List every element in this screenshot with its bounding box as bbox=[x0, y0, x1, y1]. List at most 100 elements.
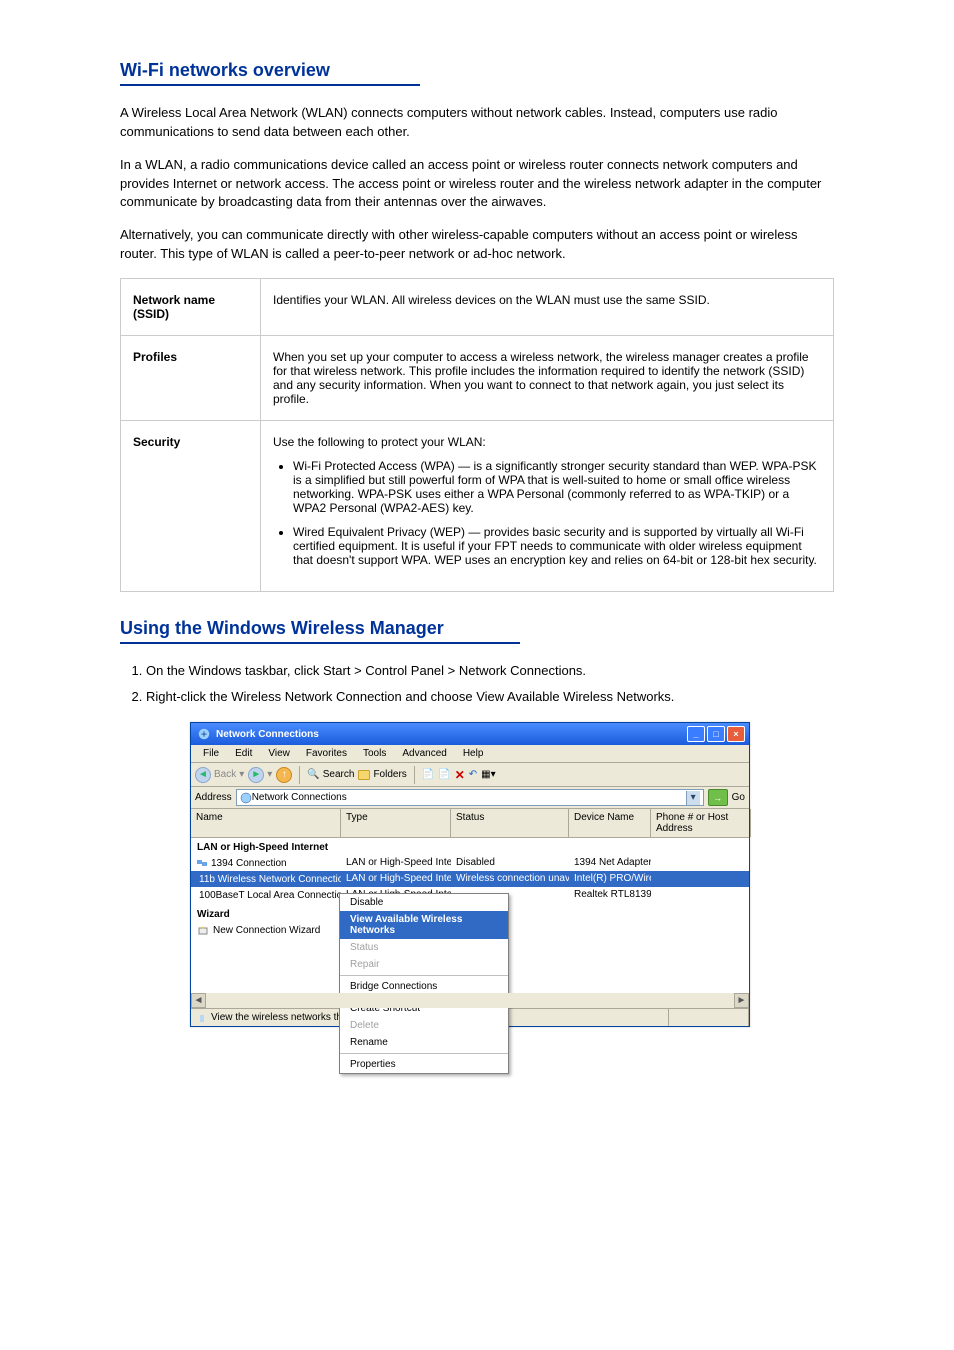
group-lan: LAN or High-Speed Internet bbox=[191, 838, 749, 855]
list-item[interactable]: 1394 Connection LAN or High-Speed Intern… bbox=[191, 855, 749, 871]
menu-file[interactable]: File bbox=[195, 746, 227, 761]
back-label: Back bbox=[214, 769, 236, 780]
conn-type: LAN or High-Speed Internet bbox=[341, 856, 451, 870]
overview-para-2: In a WLAN, a radio communications device… bbox=[120, 156, 834, 213]
col-name[interactable]: Name bbox=[191, 809, 341, 837]
context-menu[interactable]: Disable View Available Wireless Networks… bbox=[339, 893, 509, 1074]
wizard-label: New Connection Wizard bbox=[213, 925, 320, 936]
conn-device: 1394 Net Adapter bbox=[569, 856, 651, 870]
table-row: Profiles When you set up your computer t… bbox=[121, 335, 834, 420]
address-bar: Address Network Connections ▾ → Go bbox=[191, 787, 749, 809]
menu-bar[interactable]: File Edit View Favorites Tools Advanced … bbox=[191, 745, 749, 763]
search-button[interactable]: 🔍 Search bbox=[307, 769, 354, 780]
conn-name: 100BaseT Local Area Connection bbox=[199, 890, 341, 901]
overview-para-3: Alternatively, you can communicate direc… bbox=[120, 226, 834, 264]
conn-status: Disabled bbox=[451, 856, 569, 870]
back-icon: ◄ bbox=[195, 767, 211, 783]
folders-icon bbox=[358, 770, 370, 780]
folders-button[interactable]: Folders bbox=[358, 769, 406, 780]
go-button[interactable]: → bbox=[708, 789, 728, 806]
step-1: On the Windows taskbar, click Start > Co… bbox=[146, 662, 834, 680]
views-button[interactable]: ▦▾ bbox=[481, 769, 495, 780]
status-panel-2 bbox=[669, 1009, 749, 1026]
address-label: Address bbox=[195, 792, 232, 803]
ctx-repair[interactable]: Repair bbox=[340, 956, 508, 973]
forward-button[interactable]: ► ▾ bbox=[248, 767, 272, 783]
row-security-body: Use the following to protect your WLAN: … bbox=[261, 420, 834, 591]
section-underline-1 bbox=[120, 84, 420, 86]
scroll-left-arrow[interactable]: ◄ bbox=[191, 993, 206, 1008]
menu-view[interactable]: View bbox=[260, 746, 298, 761]
list-content: LAN or High-Speed Internet 1394 Connecti… bbox=[191, 838, 749, 1008]
ctx-status[interactable]: Status bbox=[340, 939, 508, 956]
up-button[interactable]: ↑ bbox=[276, 767, 292, 783]
col-type[interactable]: Type bbox=[341, 809, 451, 837]
window-icon bbox=[197, 727, 211, 741]
ctx-separator bbox=[340, 975, 508, 976]
ctx-disable[interactable]: Disable bbox=[340, 894, 508, 911]
undo-tool-button[interactable]: ↶ bbox=[469, 769, 477, 780]
tool-icon-2[interactable]: 📄 bbox=[438, 769, 450, 780]
section-underline-2 bbox=[120, 642, 520, 644]
window-titlebar[interactable]: Network Connections _ □ × bbox=[191, 723, 749, 745]
search-icon: 🔍 bbox=[307, 769, 319, 780]
row-profiles-body: When you set up your computer to access … bbox=[261, 335, 834, 420]
menu-help[interactable]: Help bbox=[455, 746, 492, 761]
step-2: Right-click the Wireless Network Connect… bbox=[146, 688, 834, 706]
status-icon bbox=[196, 1012, 208, 1024]
overview-para-1: A Wireless Local Area Network (WLAN) con… bbox=[120, 104, 834, 142]
list-item-selected[interactable]: 11b Wireless Network Connection LAN or H… bbox=[191, 871, 749, 887]
network-connections-window: Network Connections _ □ × File Edit View… bbox=[190, 722, 750, 1027]
row-security-label: Security bbox=[121, 420, 261, 591]
wizard-icon bbox=[197, 924, 209, 936]
address-icon bbox=[240, 792, 252, 804]
security-bullet-wpa: Wi-Fi Protected Access (WPA) — is a sign… bbox=[293, 459, 821, 515]
table-row: Security Use the following to protect yo… bbox=[121, 420, 834, 591]
conn-device: Realtek RTL8139/810x... bbox=[569, 888, 651, 902]
toolbar: ◄ Back ▾ ► ▾ ↑ 🔍 Search Folders 📄 📄 ✕ ↶ … bbox=[191, 763, 749, 787]
row-ssid-label: Network name (SSID) bbox=[121, 278, 261, 335]
column-headers[interactable]: Name Type Status Device Name Phone # or … bbox=[191, 809, 749, 838]
menu-advanced[interactable]: Advanced bbox=[394, 746, 454, 761]
conn-status: Wireless connection unavailable bbox=[451, 872, 569, 886]
conn-name: 11b Wireless Network Connection bbox=[199, 874, 341, 885]
toolbar-separator bbox=[299, 766, 300, 784]
col-status[interactable]: Status bbox=[451, 809, 569, 837]
network-table: Network name (SSID) Identifies your WLAN… bbox=[120, 278, 834, 592]
scroll-right-arrow[interactable]: ► bbox=[734, 993, 749, 1008]
row-ssid-body: Identifies your WLAN. All wireless devic… bbox=[261, 278, 834, 335]
connection-icon bbox=[196, 857, 208, 869]
go-label: Go bbox=[732, 792, 745, 803]
maximize-button[interactable]: □ bbox=[707, 726, 725, 742]
windows-logo-icon bbox=[729, 746, 745, 762]
menu-edit[interactable]: Edit bbox=[227, 746, 260, 761]
ctx-rename[interactable]: Rename bbox=[340, 1034, 508, 1051]
col-device[interactable]: Device Name bbox=[569, 809, 651, 837]
minimize-button[interactable]: _ bbox=[687, 726, 705, 742]
horizontal-scrollbar[interactable]: ◄ ► bbox=[191, 993, 749, 1008]
search-label: Search bbox=[323, 769, 355, 780]
ctx-properties[interactable]: Properties bbox=[340, 1056, 508, 1073]
section-title-2: Using the Windows Wireless Manager bbox=[120, 618, 834, 639]
row-profiles-label: Profiles bbox=[121, 335, 261, 420]
toolbar-separator bbox=[414, 766, 415, 784]
menu-tools[interactable]: Tools bbox=[355, 746, 394, 761]
tool-icon-1[interactable]: 📄 bbox=[422, 769, 434, 780]
conn-type: LAN or High-Speed Internet bbox=[341, 872, 451, 886]
section-title-1: Wi-Fi networks overview bbox=[120, 60, 834, 81]
address-dropdown-icon[interactable]: ▾ bbox=[686, 791, 700, 805]
col-phone[interactable]: Phone # or Host Address bbox=[651, 809, 751, 837]
conn-device: Intel(R) PRO/Wireless ... bbox=[569, 872, 651, 886]
ctx-delete[interactable]: Delete bbox=[340, 1017, 508, 1034]
address-input[interactable]: Network Connections ▾ bbox=[236, 789, 704, 806]
delete-tool-button[interactable]: ✕ bbox=[455, 768, 465, 782]
security-intro: Use the following to protect your WLAN: bbox=[273, 435, 821, 449]
menu-favorites[interactable]: Favorites bbox=[298, 746, 355, 761]
address-value: Network Connections bbox=[252, 792, 347, 803]
back-button[interactable]: ◄ Back ▾ bbox=[195, 767, 244, 783]
window-title: Network Connections bbox=[216, 729, 319, 740]
close-button[interactable]: × bbox=[727, 726, 745, 742]
conn-name: 1394 Connection bbox=[211, 858, 287, 869]
delete-icon: ✕ bbox=[455, 768, 465, 782]
ctx-view-available[interactable]: View Available Wireless Networks bbox=[340, 911, 508, 939]
